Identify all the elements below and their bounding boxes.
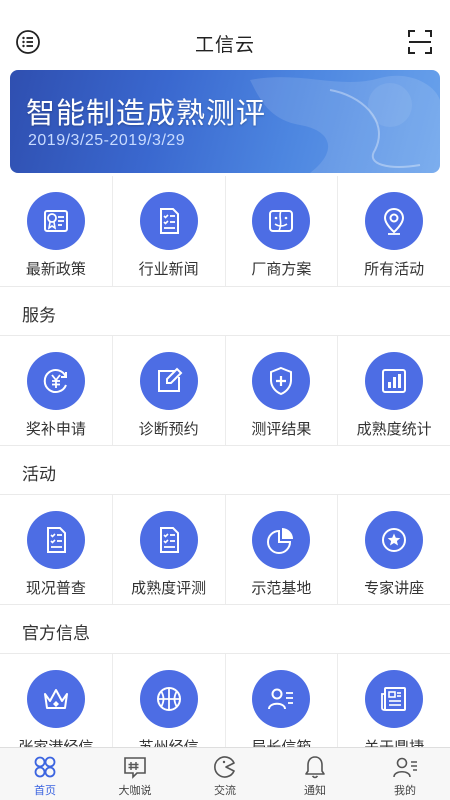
yuan-icon-circle <box>26 352 85 410</box>
grid-item-subsidy-application[interactable]: 奖补申请 <box>0 336 113 452</box>
contact-card-icon <box>268 688 294 710</box>
edit-icon <box>157 367 183 392</box>
grid-item-vendor-solution[interactable]: 厂商方案 <box>226 176 339 294</box>
grid-item-zhangjiagang-econ[interactable]: 张家港经信 <box>0 654 113 747</box>
crown-icon-circle <box>26 670 85 728</box>
page-title: 工信云 <box>194 35 255 56</box>
checklist-icon-circle <box>139 511 198 569</box>
grid-item-label: 张家港经信 <box>0 736 112 747</box>
grid-item-label: 专家讲座 <box>364 580 425 597</box>
quick-links-grid: 最新政策 行业新闻 厂商方案 所有活动 <box>0 176 450 294</box>
policy-icon-circle <box>26 192 85 250</box>
vendor-solution-icon-circle <box>252 192 311 250</box>
bell-icon <box>305 756 325 779</box>
services-grid: 奖补申请 诊断预约 测评结果 成熟度统计 <box>0 336 450 452</box>
app-screen: 工信云 智能制造成熟测评 2019/3/25-2019/3/29 最新政策 行业… <box>0 0 450 800</box>
grid-item-label: 成熟度评测 <box>131 580 207 597</box>
policy-icon <box>43 210 68 232</box>
newspaper-icon <box>381 687 407 711</box>
section-title: 服务 <box>22 306 56 325</box>
grid-item-status-survey[interactable]: 现况普查 <box>0 495 113 611</box>
chat-icon <box>124 757 146 779</box>
star-circle-icon <box>382 528 407 552</box>
pie-chart-icon-circle <box>252 511 311 569</box>
checklist-icon <box>46 527 66 553</box>
activities-grid: 现况普查 成熟度评测 示范基地 专家讲座 <box>0 495 450 611</box>
official-info-grid: 张家港经信 苏州经信 <box>0 654 450 747</box>
grid-item-label: 现况普查 <box>25 580 86 597</box>
grid-item-diagnosis-appointment[interactable]: 诊断预约 <box>113 336 226 452</box>
ball-icon <box>156 687 181 711</box>
tab-label: 我的 <box>394 785 416 797</box>
shield-plus-icon <box>270 366 293 396</box>
home-grid-icon <box>34 756 56 778</box>
location-pin-icon <box>384 207 405 235</box>
grid-item-label: 所有活动 <box>364 261 425 278</box>
grid-item-industry-news[interactable]: 行业新闻 <box>113 176 226 294</box>
grid-item-evaluation-result[interactable]: 测评结果 <box>226 336 339 452</box>
section-title: 活动 <box>22 465 56 484</box>
grid-item-suzhou-econ[interactable]: 苏州经信 <box>113 654 226 747</box>
section-header-official-info: 官方信息 <box>0 604 450 654</box>
newspaper-icon-circle <box>365 670 424 728</box>
edit-icon-circle <box>139 352 198 410</box>
grid-item-maturity-assessment[interactable]: 成熟度评测 <box>113 495 226 611</box>
tab-label: 通知 <box>304 785 326 797</box>
tab-profile[interactable]: 我的 <box>360 748 450 800</box>
crown-icon <box>43 689 68 709</box>
banner-date: 2019/3/25-2019/3/29 <box>28 132 186 149</box>
grid-item-label: 行业新闻 <box>138 261 199 278</box>
bar-chart-icon-circle <box>365 352 424 410</box>
tab-notifications[interactable]: 通知 <box>270 748 360 800</box>
shield-plus-icon-circle <box>252 352 311 410</box>
vendor-solution-icon <box>269 210 294 232</box>
grid-item-latest-policy[interactable]: 最新政策 <box>0 176 113 294</box>
scan-icon[interactable] <box>406 28 434 56</box>
promo-banner[interactable]: 智能制造成熟测评 2019/3/25-2019/3/29 <box>10 70 440 173</box>
tab-label: 首页 <box>34 785 56 797</box>
grid-item-label: 测评结果 <box>251 421 312 438</box>
bottom-tab-bar: 首页 大咖说 交流 通知 我的 <box>0 747 450 800</box>
grid-item-expert-lecture[interactable]: 专家讲座 <box>338 495 450 611</box>
section-header-activities: 活动 <box>0 445 450 495</box>
section-title: 官方信息 <box>22 624 90 643</box>
checklist-icon <box>159 527 179 553</box>
grid-item-maturity-statistics[interactable]: 成熟度统计 <box>338 336 450 452</box>
grid-item-label: 示范基地 <box>251 580 312 597</box>
grid-item-label: 成熟度统计 <box>356 421 432 438</box>
grid-item-label: 厂商方案 <box>251 261 312 278</box>
grid-item-label: 诊断预约 <box>138 421 199 438</box>
profile-icon <box>393 757 417 778</box>
grid-item-label: 最新政策 <box>25 261 86 278</box>
grid-item-label: 关于鼎捷 <box>338 736 450 747</box>
star-circle-icon-circle <box>365 511 424 569</box>
grid-item-about-dingjie[interactable]: 关于鼎捷 <box>338 654 450 747</box>
banner-title: 智能制造成熟测评 <box>26 98 267 130</box>
exchange-icon <box>214 756 235 778</box>
section-header-services: 服务 <box>0 286 450 336</box>
tab-big-talk[interactable]: 大咖说 <box>90 748 180 800</box>
contact-card-icon-circle <box>252 670 311 728</box>
location-pin-icon-circle <box>365 192 424 250</box>
pie-chart-icon <box>267 528 294 554</box>
grid-item-all-activities[interactable]: 所有活动 <box>338 176 450 294</box>
tab-label: 交流 <box>214 785 236 797</box>
checklist-icon-circle <box>26 511 85 569</box>
news-icon-circle <box>139 192 198 250</box>
grid-item-director-mailbox[interactable]: 局长信箱 <box>226 654 339 747</box>
bar-chart-icon <box>382 369 407 393</box>
grid-item-label: 奖补申请 <box>25 421 86 438</box>
tab-exchange[interactable]: 交流 <box>180 748 270 800</box>
yuan-icon <box>43 369 67 393</box>
ball-icon-circle <box>139 670 198 728</box>
banner-section: 智能制造成熟测评 2019/3/25-2019/3/29 <box>0 66 450 176</box>
grid-item-label: 局长信箱 <box>226 736 338 747</box>
news-icon <box>159 208 179 234</box>
grid-item-demo-base[interactable]: 示范基地 <box>226 495 339 611</box>
tab-home[interactable]: 首页 <box>0 748 90 800</box>
tab-label: 大咖说 <box>118 785 152 797</box>
top-bar: 工信云 <box>0 0 450 66</box>
grid-item-label: 苏州经信 <box>113 736 225 747</box>
